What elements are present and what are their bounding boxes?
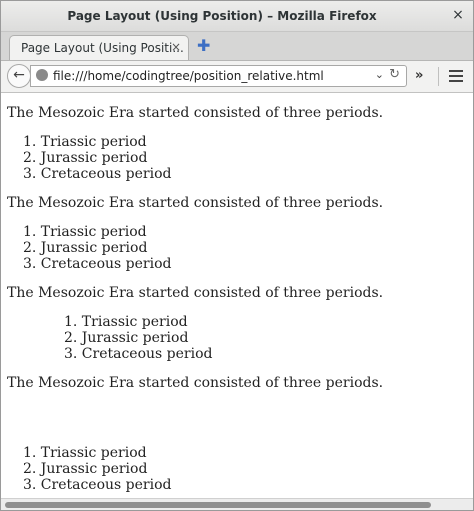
paragraph: The Mesozoic Era started consisted of th… xyxy=(7,105,384,121)
tab-page-layout[interactable]: Page Layout (Using Positi... × xyxy=(9,35,189,60)
list-item: 3. Cretaceous period xyxy=(23,166,172,182)
list-item: 3. Cretaceous period xyxy=(23,477,172,493)
ordered-list-shifted: 1. Triassic period 2. Jurassic period 3.… xyxy=(23,445,171,493)
chevron-down-icon[interactable]: ⌄ xyxy=(375,68,384,81)
list-item: 2. Jurassic period xyxy=(23,240,148,256)
list-item: 1. Triassic period xyxy=(23,224,147,240)
paragraph: The Mesozoic Era started consisted of th… xyxy=(7,195,384,211)
toolbar-divider xyxy=(438,67,439,86)
new-tab-icon[interactable]: ✚ xyxy=(197,36,210,55)
reload-icon[interactable]: ↻ xyxy=(389,67,400,82)
ordered-list: 1. Triassic period 2. Jurassic period 3.… xyxy=(23,134,171,182)
list-item: 2. Jurassic period xyxy=(23,150,148,166)
page-content: The Mesozoic Era started consisted of th… xyxy=(1,93,473,497)
scrollbar-thumb[interactable] xyxy=(5,502,431,508)
navigation-toolbar: file:///home/codingtree/position_relativ… xyxy=(1,61,473,93)
back-button[interactable]: ← xyxy=(7,64,31,88)
browser-window: Page Layout (Using Position) – Mozilla F… xyxy=(0,0,474,511)
paragraph: The Mesozoic Era started consisted of th… xyxy=(7,285,384,301)
tab-label: Page Layout (Using Positi... xyxy=(21,41,184,55)
list-item: 1. Triassic period xyxy=(23,445,147,461)
tab-strip: Page Layout (Using Positi... × ✚ xyxy=(1,32,473,61)
url-text[interactable]: file:///home/codingtree/position_relativ… xyxy=(53,69,324,83)
close-window-button[interactable]: × xyxy=(449,7,467,25)
url-bar[interactable]: file:///home/codingtree/position_relativ… xyxy=(30,65,407,87)
ordered-list: 1. Triassic period 2. Jurassic period 3.… xyxy=(23,224,171,272)
list-item: 3. Cretaceous period xyxy=(23,256,172,272)
paragraph: The Mesozoic Era started consisted of th… xyxy=(7,375,384,391)
globe-icon xyxy=(36,69,48,81)
ordered-list-offset: 1. Triassic period 2. Jurassic period 3.… xyxy=(64,314,212,362)
window-title: Page Layout (Using Position) – Mozilla F… xyxy=(67,9,377,23)
hamburger-menu-icon[interactable] xyxy=(449,70,463,85)
list-item: 1. Triassic period xyxy=(23,134,147,150)
overflow-icon[interactable]: » xyxy=(415,68,423,83)
list-item: 3. Cretaceous period xyxy=(64,346,213,362)
list-item: 2. Jurassic period xyxy=(64,330,189,346)
tab-close-icon[interactable]: × xyxy=(171,40,181,54)
list-item: 2. Jurassic period xyxy=(23,461,148,477)
list-item: 1. Triassic period xyxy=(64,314,188,330)
horizontal-scrollbar[interactable] xyxy=(1,498,473,510)
title-bar: Page Layout (Using Position) – Mozilla F… xyxy=(1,1,473,32)
